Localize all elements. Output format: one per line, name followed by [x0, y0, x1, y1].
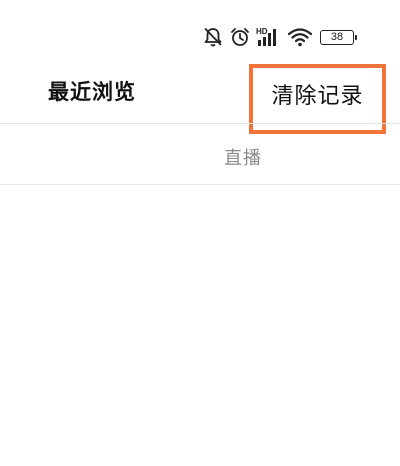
- alarm-clock-icon: [231, 28, 249, 46]
- battery-icon: 38: [320, 29, 357, 45]
- status-bar: HD 38: [202, 24, 357, 50]
- battery-level: 38: [330, 31, 344, 43]
- content-area: [0, 185, 400, 466]
- hd-label: HD: [256, 27, 268, 36]
- wifi-icon: [287, 28, 313, 47]
- tab-row: 直播: [0, 124, 400, 184]
- mute-bell-icon: [204, 27, 222, 47]
- clear-history-label: 清除记录: [271, 84, 364, 109]
- hd-signal-icon: HD: [256, 27, 276, 46]
- tab-live[interactable]: 直播: [224, 144, 262, 170]
- page-title: 最近浏览: [48, 80, 136, 104]
- header: 最近浏览 清除记录: [0, 62, 400, 134]
